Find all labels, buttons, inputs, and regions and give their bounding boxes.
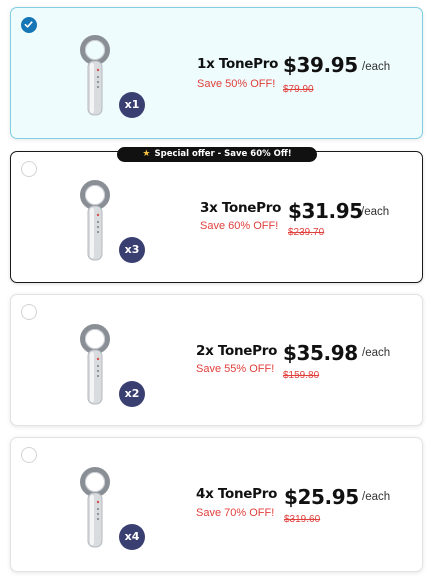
price-unit: /each: [362, 61, 391, 73]
radio-button[interactable]: [21, 447, 37, 463]
discount-text: Save 55% OFF!: [196, 363, 275, 375]
special-offer-ribbon: ★ Special offer - Save 60% Off!: [117, 147, 317, 162]
check-icon: [24, 21, 33, 28]
price: $39.95: [283, 53, 358, 77]
product-name: 1x TonePro: [197, 56, 279, 72]
price-unit: /each: [362, 347, 391, 359]
product-image: x2: [75, 323, 155, 409]
quantity-badge: x4: [119, 524, 145, 550]
original-price: $239.70: [288, 227, 325, 238]
offer-card-2x[interactable]: x2 2x TonePro Save 55% OFF! $35.98 /each…: [10, 294, 423, 426]
price-unit: /each: [362, 491, 391, 503]
price: $31.95: [288, 199, 363, 223]
tonepro-device-image: [80, 324, 110, 405]
original-price: $159.80: [283, 370, 320, 381]
offer-card-4x[interactable]: x4 4x TonePro Save 70% OFF! $25.95 /each…: [10, 437, 423, 572]
original-price: $319.60: [284, 514, 321, 525]
star-icon: ★: [142, 149, 151, 159]
price-unit: /each: [361, 206, 390, 218]
radio-button[interactable]: [21, 161, 37, 177]
radio-button[interactable]: [21, 304, 37, 320]
tonepro-device-image: [80, 180, 110, 261]
tonepro-device-image: [80, 467, 110, 548]
product-name: 4x TonePro: [196, 486, 278, 502]
price: $25.95: [284, 485, 359, 509]
price: $35.98: [283, 341, 358, 365]
product-image: x3: [75, 179, 155, 265]
offer-card-3x[interactable]: x3 3x TonePro Save 60% OFF! $31.95 /each…: [10, 151, 423, 283]
discount-text: Save 60% OFF!: [200, 220, 279, 232]
tonepro-device-image: [80, 35, 110, 116]
product-name: 2x TonePro: [196, 343, 278, 359]
discount-text: Save 70% OFF!: [196, 507, 275, 519]
quantity-badge: x1: [119, 92, 145, 118]
quantity-badge: x2: [119, 381, 145, 407]
product-image: x1: [75, 34, 155, 120]
original-price: $79.90: [283, 84, 314, 95]
product-name: 3x TonePro: [200, 200, 282, 216]
quantity-badge: x3: [119, 237, 145, 263]
radio-selected[interactable]: [21, 17, 37, 33]
product-image: x4: [75, 466, 155, 552]
discount-text: Save 50% OFF!: [197, 78, 276, 90]
offer-card-1x[interactable]: x1 1x TonePro Save 50% OFF! $39.95 /each…: [10, 7, 423, 139]
special-offer-label: Special offer - Save 60% Off!: [154, 149, 292, 159]
